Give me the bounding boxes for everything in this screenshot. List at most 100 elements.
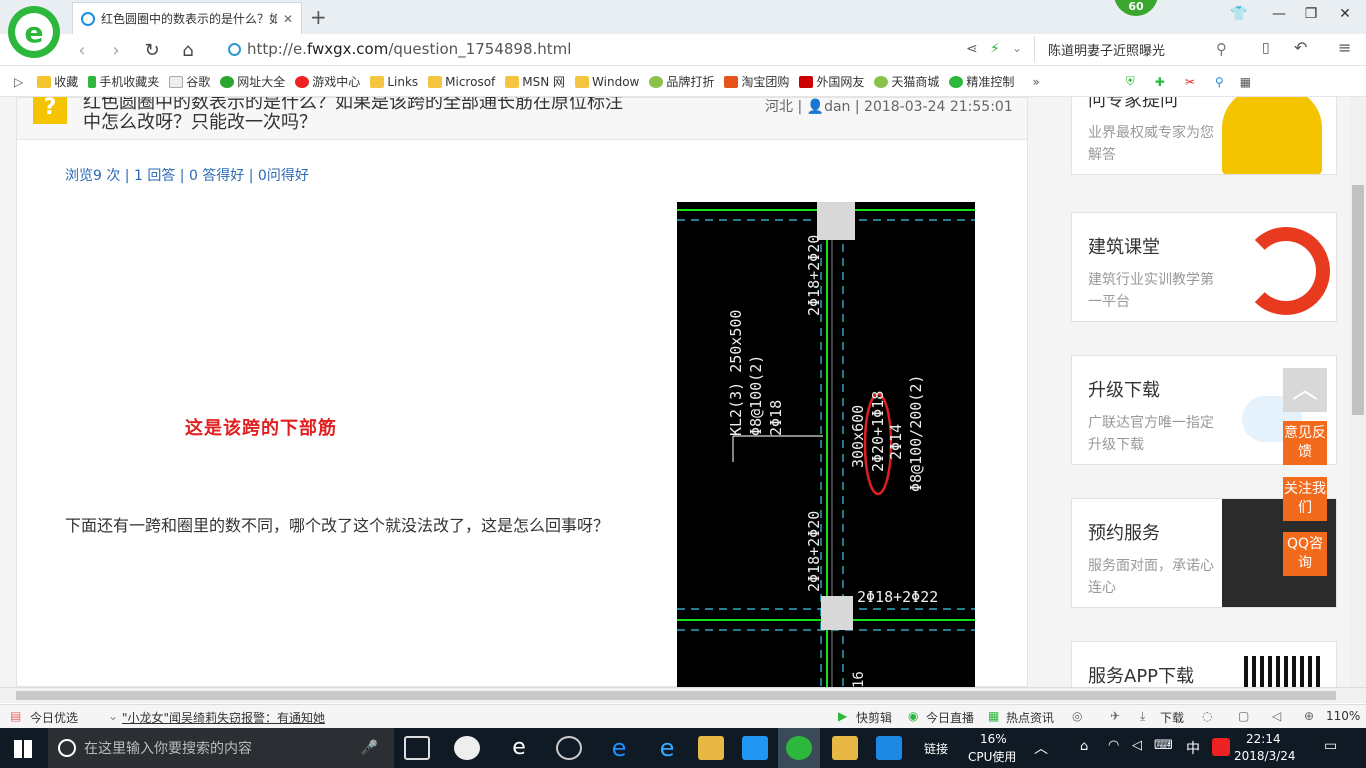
bookmark-item[interactable]: 收藏 (37, 73, 78, 90)
browser-logo-icon[interactable]: e (8, 6, 60, 58)
grid-icon[interactable]: ▦ (1240, 75, 1251, 89)
glodon-app-icon[interactable] (742, 736, 768, 760)
scroll-thumb[interactable] (1352, 185, 1364, 415)
sound-icon[interactable]: ◁ (1272, 709, 1281, 723)
tab-close-icon[interactable]: ✕ (283, 12, 293, 26)
volume-icon[interactable]: ◁ (1132, 738, 1142, 753)
ie-icon[interactable]: e (654, 736, 680, 760)
pin-icon[interactable]: ✈ (1110, 709, 1120, 723)
search-input[interactable]: 陈道明妻子近照曝光 (1048, 40, 1165, 59)
search-icon[interactable]: ⚲ (1215, 75, 1224, 89)
building-class-card[interactable]: 建筑课堂 建筑行业实训教学第一平台 (1071, 212, 1337, 322)
sogou-icon[interactable] (1212, 738, 1230, 756)
ask-expert-card[interactable]: 问专家提问 业界最权威专家为您解答 (1071, 97, 1337, 175)
chevron-down-icon[interactable]: ⌄ (108, 709, 118, 723)
bookmark-item[interactable]: Window (575, 75, 639, 89)
bookmark-item[interactable]: 淘宝团购 (724, 73, 789, 90)
feedback-button[interactable]: 意见反馈 (1283, 421, 1327, 465)
menu-icon[interactable]: ≡ (1338, 38, 1351, 57)
username[interactable]: dan (824, 99, 850, 115)
bookmark-item[interactable]: 天猫商城 (874, 73, 939, 90)
follow-us-button[interactable]: 关注我们 (1283, 477, 1327, 521)
horizontal-scrollbar[interactable] (0, 687, 1366, 703)
clock-date[interactable]: 2018/3/24 (1234, 749, 1296, 763)
clock-time[interactable]: 22:14 (1246, 732, 1281, 746)
bookmark-item[interactable]: 游戏中心 (295, 73, 360, 90)
speed-icon[interactable]: ◎ (1072, 709, 1082, 723)
qq-consult-button[interactable]: QQ咨询 (1283, 532, 1327, 576)
plus-icon[interactable]: ✚ (1155, 75, 1165, 89)
question-title-line2: 中怎么改呀？只能改一次吗？ (83, 112, 317, 133)
window-icon[interactable]: ▢ (1238, 709, 1249, 723)
url-field[interactable]: http://e. fwxgx.com/question_1754898.html (228, 40, 571, 58)
keyboard-icon[interactable]: ⌨ (1154, 738, 1173, 753)
notification-icon[interactable]: ▭ (1324, 738, 1337, 754)
more-bookmarks-icon[interactable]: » (1032, 75, 1039, 89)
scroll-thumb[interactable] (16, 691, 1336, 700)
skin-icon[interactable]: 👕 (1224, 6, 1254, 22)
folder-icon (575, 75, 590, 88)
task-view-icon[interactable] (404, 736, 430, 760)
cut-icon[interactable]: ✂ (1185, 75, 1195, 89)
edge-icon[interactable]: e (606, 736, 632, 760)
wifi-icon[interactable]: ◠ (1108, 738, 1119, 753)
quick-edit-link[interactable]: 快剪辑 (856, 709, 892, 726)
file-explorer-icon[interactable] (698, 736, 724, 760)
home-icon[interactable]: ⌂ (176, 40, 200, 61)
share-icon[interactable]: ⋖ (966, 41, 978, 57)
ime-indicator[interactable]: 中 (1186, 738, 1200, 758)
bookmark-item[interactable]: 手机收藏夹 (88, 73, 159, 90)
question-stats[interactable]: 浏览9 次 | 1 回答 | 0 答得好 | 0问得好 (65, 165, 309, 185)
bookmark-item[interactable]: Microsof (428, 75, 495, 89)
chevron-down-icon[interactable]: ⌄ (1012, 41, 1022, 55)
play-icon: ▶ (838, 709, 848, 723)
bookmark-item[interactable]: 品牌打折 (649, 73, 714, 90)
today-live-link[interactable]: 今日直播 (926, 709, 974, 726)
back-to-top-button[interactable]: ︿ (1283, 368, 1327, 412)
close-window-icon[interactable]: ✕ (1330, 6, 1360, 22)
minimize-icon[interactable]: — (1264, 6, 1294, 22)
glodon-logo-icon (1242, 227, 1330, 315)
tab-title: 红色圆圈中的数表示的是什么？如 (101, 12, 277, 26)
app-download-card[interactable]: 服务APP下载 (1071, 641, 1337, 687)
today-picks[interactable]: 今日优选 (30, 709, 78, 726)
bookmark-item[interactable]: 精准控制 (949, 73, 1014, 90)
mobile-icon[interactable]: ▯ (1262, 40, 1270, 56)
bookmark-item[interactable]: 网址大全 (220, 73, 285, 90)
tab-active[interactable]: 红色圆圈中的数表示的是什么？如 ✕ (72, 2, 302, 34)
speed-icon[interactable]: ⚡ (990, 41, 1000, 57)
fan-app-icon[interactable] (454, 736, 480, 760)
bookmark-item[interactable]: 谷歌 (169, 73, 210, 90)
vertical-scrollbar[interactable] (1350, 97, 1366, 687)
new-tab-button[interactable]: + (310, 5, 327, 29)
microphone-icon[interactable]: 🎤 (361, 740, 378, 756)
notes-app-icon[interactable] (832, 736, 858, 760)
refresh-icon[interactable]: ↻ (140, 40, 164, 61)
links-toolbar[interactable]: 链接 (924, 740, 948, 757)
search-icon[interactable]: ⚲ (1216, 40, 1227, 58)
browser-app-icon[interactable] (786, 736, 812, 760)
network-icon[interactable]: ⌂ (1080, 739, 1088, 754)
360-app-icon[interactable] (556, 736, 582, 760)
sidebar-toggle-icon[interactable]: ▷ (14, 75, 23, 89)
browser-icon[interactable]: ◌ (1202, 709, 1212, 723)
taskbar-search[interactable]: 在这里输入你要搜索的内容 🎤 (48, 728, 394, 768)
zoom-level[interactable]: 110% (1326, 709, 1360, 723)
bookmark-item[interactable]: 外国网友 (799, 73, 864, 90)
undo-icon[interactable]: ↶ (1294, 38, 1307, 57)
restore-icon[interactable]: ❐ (1296, 6, 1326, 22)
zoom-icon[interactable]: ⊕ (1304, 709, 1314, 723)
bookmark-item[interactable]: MSN 网 (505, 73, 565, 90)
back-icon[interactable]: ‹ (70, 40, 94, 61)
news-ticker[interactable]: "小龙女"闻吴绮莉失窃报警：有通知她 (122, 709, 325, 726)
bookmark-item[interactable]: Links (370, 75, 418, 89)
hot-news-link[interactable]: 热点资讯 (1006, 709, 1054, 726)
card-subtitle: 业界最权威专家为您解答 (1088, 125, 1214, 163)
chevron-up-icon[interactable]: ︿ (1034, 738, 1048, 758)
windows-start-icon[interactable] (14, 740, 32, 758)
shield-icon[interactable]: ⛨ (1126, 74, 1135, 89)
ie-browser-icon[interactable]: e (506, 736, 532, 760)
remote-app-icon[interactable] (876, 736, 902, 760)
forward-icon[interactable]: › (104, 40, 128, 61)
download-link[interactable]: 下载 (1160, 709, 1184, 726)
